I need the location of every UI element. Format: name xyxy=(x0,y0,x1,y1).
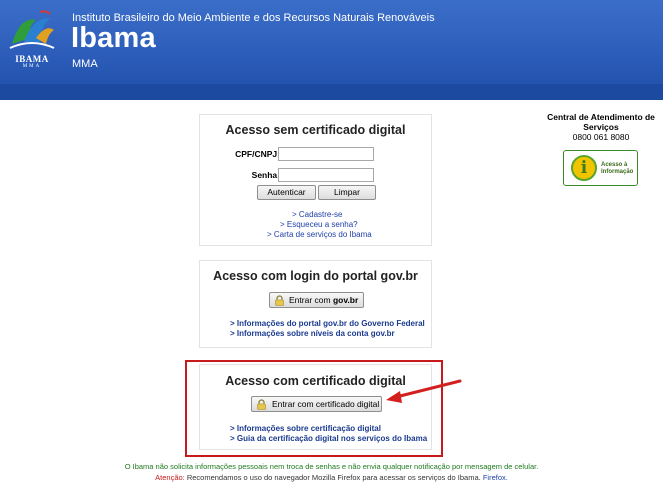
security-notice: O Ibama não solicita informações pessoai… xyxy=(124,462,539,471)
browser-recommendation: Atenção: Recomendamos o uso do navegador… xyxy=(155,473,508,482)
brand-title[interactable]: Ibama xyxy=(71,22,156,55)
panel-title: Acesso com login do portal gov.br xyxy=(213,269,418,283)
info-icon: i xyxy=(571,155,597,181)
logo-text: IBAMA xyxy=(15,54,49,64)
access-information-badge[interactable]: i Acesso à Informação xyxy=(563,150,638,186)
ibama-logo[interactable]: IBAMA MMA xyxy=(6,8,58,70)
forgot-password-link[interactable]: > Esqueceu a senha? xyxy=(280,220,358,229)
warning-label: Atenção: xyxy=(155,473,185,482)
authenticate-button[interactable]: Autenticar xyxy=(257,185,316,200)
register-link[interactable]: > Cadastre-se xyxy=(292,210,342,219)
highlight-box xyxy=(185,360,443,457)
lock-icon xyxy=(275,295,284,306)
login-govbr-panel: Acesso com login do portal gov.br Entrar… xyxy=(199,260,432,348)
clear-button[interactable]: Limpar xyxy=(318,185,376,200)
govbr-account-levels-link[interactable]: > Informações sobre níveis da conta gov.… xyxy=(230,329,395,338)
site-header: IBAMA MMA Instituto Brasileiro do Meio A… xyxy=(0,0,663,100)
ibama-logo-icon xyxy=(9,10,55,49)
access-information-label: Acesso à Informação xyxy=(601,162,634,175)
firefox-link[interactable]: Firefox. xyxy=(483,473,508,482)
cpf-label: CPF/CNPJ: xyxy=(235,149,280,159)
service-center-phone: 0800 061 8080 xyxy=(572,132,630,142)
ministry-name: MMA xyxy=(72,58,98,70)
password-input[interactable] xyxy=(278,168,374,182)
header-stripe xyxy=(0,84,663,100)
service-charter-link[interactable]: > Carta de serviços do Ibama xyxy=(267,230,372,239)
govbr-portal-info-link[interactable]: > Informações do portal gov.br do Govern… xyxy=(230,319,425,328)
cpf-input[interactable] xyxy=(278,147,374,161)
password-label: Senha: xyxy=(251,170,280,180)
govbr-login-button[interactable]: Entrar com gov.br xyxy=(269,292,364,308)
panel-title: Acesso sem certificado digital xyxy=(225,123,406,137)
service-center: Central de Atendimento de Serviços 0800 … xyxy=(546,112,656,143)
login-no-certificate-panel: Acesso sem certificado digital CPF/CNPJ:… xyxy=(199,114,432,246)
annotation-arrow-icon xyxy=(386,379,462,403)
service-center-title: Central de Atendimento de Serviços xyxy=(547,112,655,132)
logo-subtext: MMA xyxy=(22,64,42,69)
